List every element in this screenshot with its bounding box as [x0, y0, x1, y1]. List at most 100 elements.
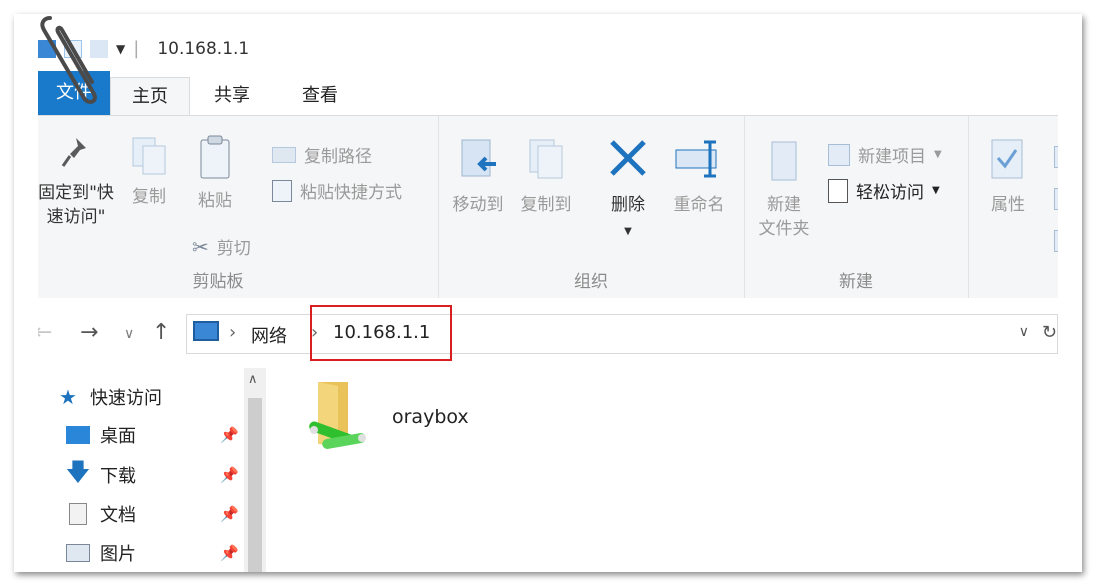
screenshot-frame: ▼ | 10.168.1.1 文件 主页 共享 查看 固定到"快 速访问" 复制… — [14, 14, 1082, 572]
breadcrumb-separator-1: › — [229, 322, 237, 343]
delete-x-icon — [610, 140, 646, 176]
scrollbar-thumb[interactable] — [248, 398, 262, 572]
easy-access-button[interactable]: 轻松访问 ▼ — [828, 178, 940, 203]
cut-label: 剪切 — [216, 239, 251, 259]
new-group: 新建 文件夹 新建项目 ▼ 轻松访问 ▼ 新建 — [744, 116, 969, 298]
chevron-down-icon[interactable]: ▼ — [116, 42, 125, 56]
organize-group: 移动到 复制到 删除 ▼ 重命名 组织 — [438, 116, 745, 298]
edit-item-icon[interactable] — [1054, 188, 1058, 210]
nav-item-quick-access[interactable]: ★ 快速访问 — [54, 382, 162, 412]
copy-to-icon — [529, 139, 563, 179]
pin-icon[interactable]: 📌 — [220, 466, 239, 484]
tab-home[interactable]: 主页 — [110, 77, 190, 116]
nav-item-desktop[interactable]: 桌面 — [64, 420, 136, 450]
paste-shortcut-label: 粘贴快捷方式 — [300, 183, 402, 203]
pin-label-line1: 固定到"快 — [38, 183, 114, 203]
quick-access-toolbar: ▼ | 10.168.1.1 — [38, 38, 249, 59]
rename-label: 重命名 — [673, 195, 725, 215]
tab-view[interactable]: 查看 — [294, 77, 346, 115]
delete-label: 删除 — [611, 195, 645, 215]
breadcrumb-network[interactable]: 网络 — [251, 322, 287, 348]
address-dropdown-icon[interactable]: ∨ — [1019, 324, 1029, 340]
properties-icon — [991, 139, 1023, 179]
properties-button[interactable]: 属性 — [976, 134, 1040, 217]
easy-access-dropdown-icon[interactable]: ▼ — [932, 185, 940, 196]
document-icon — [64, 503, 92, 525]
computer-icon[interactable] — [38, 39, 56, 58]
new-item-button[interactable]: 新建项目 ▼ — [828, 142, 942, 167]
open-item-icon[interactable] — [1054, 146, 1058, 168]
pin-icon[interactable]: 📌 — [220, 426, 239, 444]
nav-item-label: 文档 — [100, 505, 136, 526]
copy-label: 复制 — [132, 187, 166, 207]
nav-item-downloads[interactable]: 🡇 下载 — [64, 457, 136, 490]
download-arrow-icon: 🡇 — [65, 457, 91, 486]
new-item-label: 新建项目 — [858, 147, 926, 167]
up-arrow-icon[interactable]: ↑ — [152, 320, 170, 345]
file-name: oraybox — [392, 406, 469, 428]
move-to-label: 移动到 — [452, 195, 504, 215]
clipboard-icon — [200, 135, 230, 179]
nav-item-label: 快速访问 — [90, 388, 162, 409]
list-item[interactable]: oraybox — [304, 376, 504, 456]
move-to-icon — [461, 139, 496, 177]
easy-access-icon — [828, 178, 848, 203]
scissors-icon: ✂ — [192, 234, 209, 259]
new-folder-label-line2: 文件夹 — [758, 219, 810, 239]
copy-icon — [132, 137, 166, 175]
move-to-button[interactable]: 移动到 — [446, 134, 510, 217]
content-pane: oraybox — [268, 368, 1058, 572]
tab-file[interactable]: 文件 — [38, 71, 110, 115]
rename-button[interactable]: 重命名 — [664, 134, 734, 217]
cut-button[interactable]: ✂ 剪切 — [192, 234, 251, 260]
pin-icon[interactable]: 📌 — [220, 505, 239, 523]
copy-to-label: 复制到 — [520, 195, 572, 215]
organize-group-label: 组织 — [574, 272, 608, 292]
nav-item-pictures[interactable]: 图片 — [64, 538, 136, 568]
easy-access-label: 轻松访问 — [856, 183, 924, 203]
forward-arrow-icon[interactable]: → — [80, 320, 98, 345]
paste-button[interactable]: 粘贴 — [188, 134, 242, 213]
pin-label-line2: 速访问" — [46, 207, 106, 227]
nav-item-label: 图片 — [100, 544, 136, 565]
navigation-scrollbar[interactable]: ∧ — [244, 368, 266, 572]
shared-folder-icon — [309, 382, 366, 449]
properties-label: 属性 — [991, 195, 1025, 215]
copy-button[interactable]: 复制 — [122, 134, 176, 209]
new-folder-icon — [771, 141, 797, 181]
star-icon: ★ — [59, 385, 77, 409]
desktop-icon — [64, 424, 92, 446]
paste-shortcut-button[interactable]: 粘贴快捷方式 — [272, 178, 402, 203]
new-item-icon — [828, 143, 850, 166]
delete-dropdown-icon[interactable]: ▼ — [624, 226, 632, 237]
delete-button[interactable]: 删除 ▼ — [598, 134, 658, 244]
back-arrow-icon[interactable]: ← — [38, 320, 52, 345]
explorer-window: ▼ | 10.168.1.1 文件 主页 共享 查看 固定到"快 速访问" 复制… — [38, 14, 1058, 572]
pin-icon — [61, 138, 86, 167]
network-computer-icon — [193, 321, 219, 341]
new-folder-icon[interactable] — [90, 39, 108, 58]
copy-path-label: 复制路径 — [304, 147, 372, 167]
scroll-up-icon[interactable]: ∧ — [248, 372, 258, 387]
new-folder-label-line1: 新建 — [767, 195, 801, 215]
recent-locations-chevron-icon[interactable]: ∨ — [124, 326, 134, 342]
history-item-icon[interactable] — [1054, 230, 1058, 252]
refresh-icon[interactable]: ↻ — [1042, 322, 1057, 343]
new-item-dropdown-icon[interactable]: ▼ — [934, 149, 942, 160]
tab-share[interactable]: 共享 — [206, 77, 258, 115]
clipboard-group-label: 剪贴板 — [192, 272, 244, 292]
paste-shortcut-icon — [272, 179, 292, 202]
nav-item-documents[interactable]: 文档 — [64, 499, 136, 529]
rename-icon — [675, 140, 717, 178]
ribbon: 固定到"快 速访问" 复制 粘贴 复制路径 粘贴快捷方式 ✂ 剪切 剪贴板 移动… — [38, 115, 1058, 299]
copy-path-icon — [272, 146, 296, 163]
copy-path-button[interactable]: 复制路径 — [272, 142, 372, 167]
navigation-row: ← → ∨ ↑ › 网络 › 10.168.1.1 ∨ ↻ — [38, 298, 1058, 368]
properties-check-icon[interactable] — [64, 39, 82, 58]
new-group-label: 新建 — [839, 272, 873, 292]
copy-to-button[interactable]: 复制到 — [514, 134, 578, 217]
title-bar: ▼ | 10.168.1.1 — [38, 14, 1058, 70]
new-folder-button[interactable]: 新建 文件夹 — [752, 134, 816, 241]
pin-icon[interactable]: 📌 — [220, 544, 239, 562]
pin-to-quick-access-button[interactable]: 固定到"快 速访问" — [38, 134, 114, 229]
